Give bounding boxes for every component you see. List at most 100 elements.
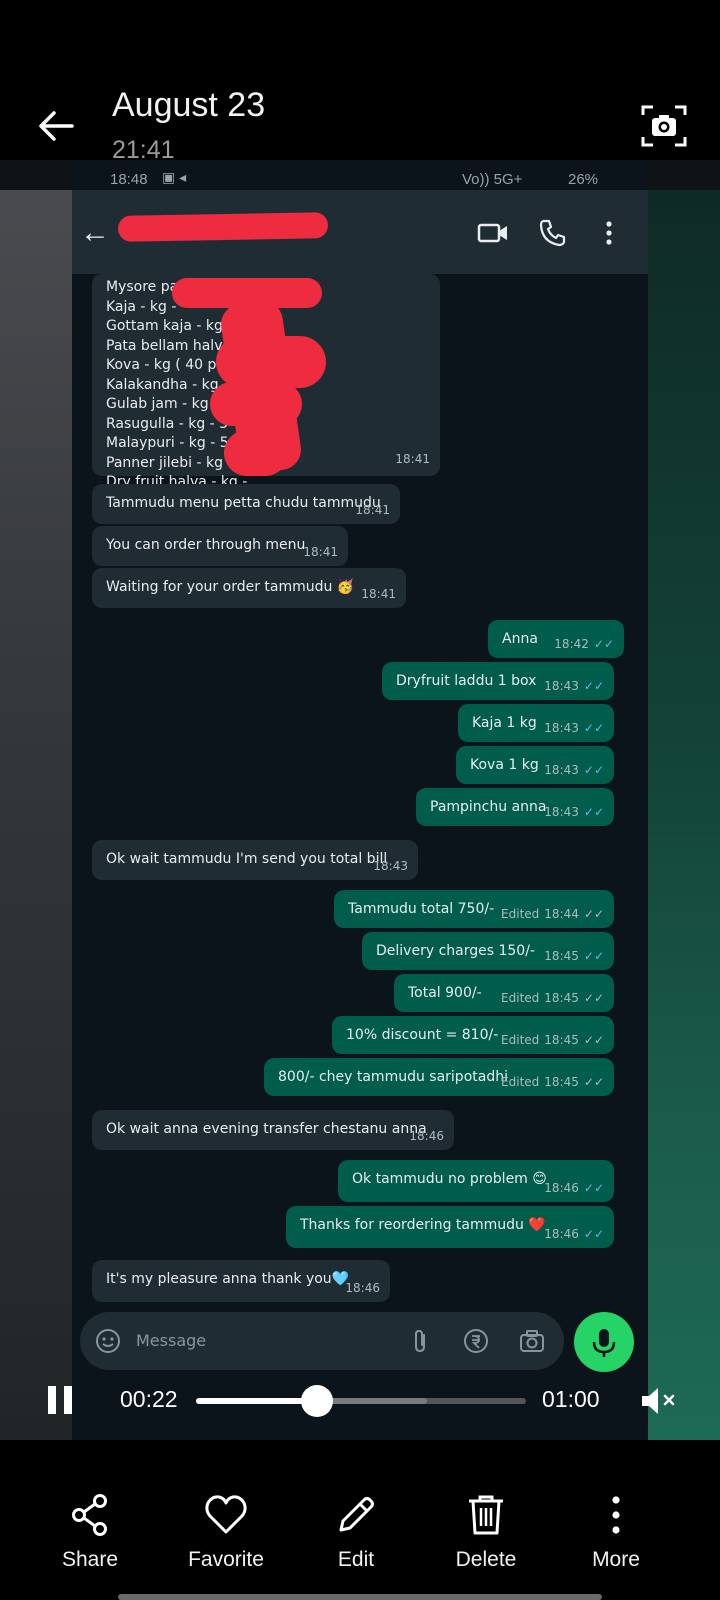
message-bubble-outgoing[interactable]: 10% discount = 810/- Edited 18:45 ✓✓ <box>332 1016 614 1054</box>
message-bubble-outgoing[interactable]: Tammudu total 750/- Edited 18:44 ✓✓ <box>334 890 614 928</box>
message-bubble-outgoing[interactable]: Pampinchu anna 18:43 ✓✓ <box>416 788 614 826</box>
message-bubble-outgoing[interactable]: Total 900/- Edited 18:45 ✓✓ <box>394 974 614 1012</box>
message-meta: Edited 18:45 ✓✓ <box>501 1075 604 1089</box>
camera-icon[interactable] <box>518 1327 546 1355</box>
payment-icon[interactable] <box>462 1327 490 1355</box>
share-button[interactable]: Share <box>30 1492 150 1592</box>
favorite-button[interactable]: Favorite <box>166 1492 286 1592</box>
message-bubble-incoming[interactable]: You can order through menu 18:41 <box>92 526 348 566</box>
voice-record-button[interactable] <box>574 1312 634 1372</box>
pause-button[interactable] <box>48 1386 72 1414</box>
favorite-label: Favorite <box>188 1548 264 1571</box>
seek-thumb[interactable] <box>301 1385 334 1417</box>
message-meta: Edited 18:45 ✓✓ <box>501 991 604 1005</box>
message-list: Mysore pa... Kaja - kg - Gottam kaja - k… <box>72 274 648 1309</box>
message-meta: 18:45 ✓✓ <box>544 949 604 963</box>
delete-button[interactable]: Delete <box>426 1492 546 1592</box>
redacted-contact-name <box>117 212 329 242</box>
message-meta: 18:46 ✓✓ <box>544 1181 604 1195</box>
message-text: Delivery charges 150/- <box>376 943 535 959</box>
message-bubble-outgoing[interactable]: Ok tammudu no problem 😊 18:46 ✓✓ <box>338 1160 614 1202</box>
message-time: 18:43 <box>544 721 579 735</box>
message-time: 18:43 <box>544 679 579 693</box>
message-time: 18:45 <box>544 991 579 1005</box>
message-bubble-outgoing[interactable]: Kaja 1 kg 18:43 ✓✓ <box>458 704 614 742</box>
screenshot-capture-icon[interactable] <box>640 102 688 150</box>
attach-icon[interactable] <box>406 1327 434 1355</box>
chat-back-icon[interactable]: ← <box>80 216 110 250</box>
edit-button[interactable]: Edit <box>296 1492 416 1592</box>
message-time: 18:45 <box>544 1075 579 1089</box>
message-bubble-outgoing[interactable]: Kova 1 kg 18:43 ✓✓ <box>456 746 614 784</box>
video-right-margin <box>648 190 720 1440</box>
read-receipt-icon: ✓✓ <box>583 763 604 777</box>
message-bubble-incoming[interactable]: Waiting for your order tammudu 🥳 18:41 <box>92 568 406 608</box>
pencil-icon <box>339 1497 374 1532</box>
read-receipt-icon: ✓✓ <box>583 1227 604 1241</box>
edited-label: Edited <box>501 1033 540 1047</box>
message-bubble-outgoing[interactable]: Thanks for reordering tammudu ❤️ 18:46 ✓✓ <box>286 1206 614 1248</box>
message-text: You can order through menu <box>106 537 306 553</box>
message-bubble-outgoing[interactable]: 800/- chey tammudu saripotadhi Edited 18:… <box>264 1058 614 1096</box>
message-meta: 18:43 ✓✓ <box>544 721 604 735</box>
share-label: Share <box>61 1548 119 1571</box>
played-progress <box>196 1398 318 1404</box>
current-time: 00:22 <box>120 1386 178 1412</box>
message-bubble-incoming[interactable]: It's my pleasure anna thank you🩵 18:46 <box>92 1260 390 1302</box>
message-text: It's my pleasure anna thank you🩵 <box>106 1271 350 1287</box>
message-bubble-outgoing[interactable]: Dryfruit laddu 1 box 18:43 ✓✓ <box>382 662 614 700</box>
message-bubble-outgoing[interactable]: Delivery charges 150/- 18:45 ✓✓ <box>362 932 614 970</box>
message-text: Dryfruit laddu 1 box <box>396 673 537 689</box>
message-composer[interactable]: Message <box>80 1312 564 1370</box>
total-duration: 01:00 <box>542 1386 600 1412</box>
read-receipt-icon: ✓✓ <box>593 637 614 651</box>
read-receipt-icon: ✓✓ <box>583 1181 604 1195</box>
message-time: 18:41 <box>303 545 338 559</box>
share-icon <box>72 1494 107 1536</box>
message-meta: Edited 18:44 ✓✓ <box>501 907 604 921</box>
message-time: 18:46 <box>544 1181 579 1195</box>
back-arrow-icon[interactable] <box>34 104 78 148</box>
message-text: Total 900/- <box>408 985 482 1001</box>
message-time: 18:46 <box>409 1129 444 1143</box>
video-call-icon[interactable] <box>476 216 510 250</box>
chat-menu-icon[interactable] <box>592 216 626 250</box>
read-receipt-icon: ✓✓ <box>583 721 604 735</box>
message-bubble-outgoing[interactable]: Anna 18:42 ✓✓ <box>488 620 624 658</box>
edit-label: Edit <box>337 1548 375 1571</box>
voice-call-icon[interactable] <box>536 216 570 250</box>
message-input[interactable]: Message <box>136 1331 206 1350</box>
trash-icon <box>469 1495 503 1535</box>
bottom-action-bar: Share Favorite Edit Delete More <box>0 1488 720 1600</box>
redaction-scribble <box>224 430 288 476</box>
delivered-receipt-icon: ✓✓ <box>583 907 604 921</box>
mute-icon[interactable] <box>640 1384 680 1418</box>
more-vertical-icon <box>612 1496 620 1534</box>
read-receipt-icon: ✓✓ <box>583 805 604 819</box>
message-meta: 18:43 ✓✓ <box>544 679 604 693</box>
microphone-icon <box>592 1329 616 1357</box>
media-date-title: August 23 <box>112 86 266 124</box>
message-text: Ok wait anna evening transfer chestanu a… <box>106 1121 427 1137</box>
message-time: 18:42 <box>554 637 589 651</box>
home-indicator <box>118 1594 602 1600</box>
delivered-receipt-icon: ✓✓ <box>583 991 604 1005</box>
video-frame[interactable]: 18:48 ▣ ◂ Vo)) 5G+ 26% ← Mysore pa... Ka… <box>0 160 720 1440</box>
menu-message[interactable]: Mysore pa... Kaja - kg - Gottam kaja - k… <box>92 274 440 490</box>
more-button[interactable]: More <box>556 1492 676 1592</box>
read-receipt-icon: ✓✓ <box>583 949 604 963</box>
sticker-icon[interactable] <box>94 1327 122 1355</box>
message-bubble-incoming[interactable]: Ok wait tammudu I'm send you total bill … <box>92 840 418 880</box>
message-bubble-incoming[interactable]: Ok wait anna evening transfer chestanu a… <box>92 1110 454 1150</box>
pause-icon <box>48 1386 56 1414</box>
seek-bar[interactable] <box>196 1385 526 1417</box>
delete-label: Delete <box>455 1548 517 1571</box>
message-time: 18:41 <box>361 587 396 601</box>
more-label: More <box>592 1548 640 1571</box>
edited-label: Edited <box>501 907 540 921</box>
chat-screen: 18:48 ▣ ◂ Vo)) 5G+ 26% ← Mysore pa... Ka… <box>72 160 648 1440</box>
message-text: 10% discount = 810/- <box>346 1027 499 1043</box>
message-time: 18:46 <box>544 1227 579 1241</box>
message-bubble-incoming[interactable]: Tammudu menu petta chudu tammudu 18:41 <box>92 484 400 524</box>
video-playback-bar: 00:22 01:00 <box>0 1370 720 1450</box>
